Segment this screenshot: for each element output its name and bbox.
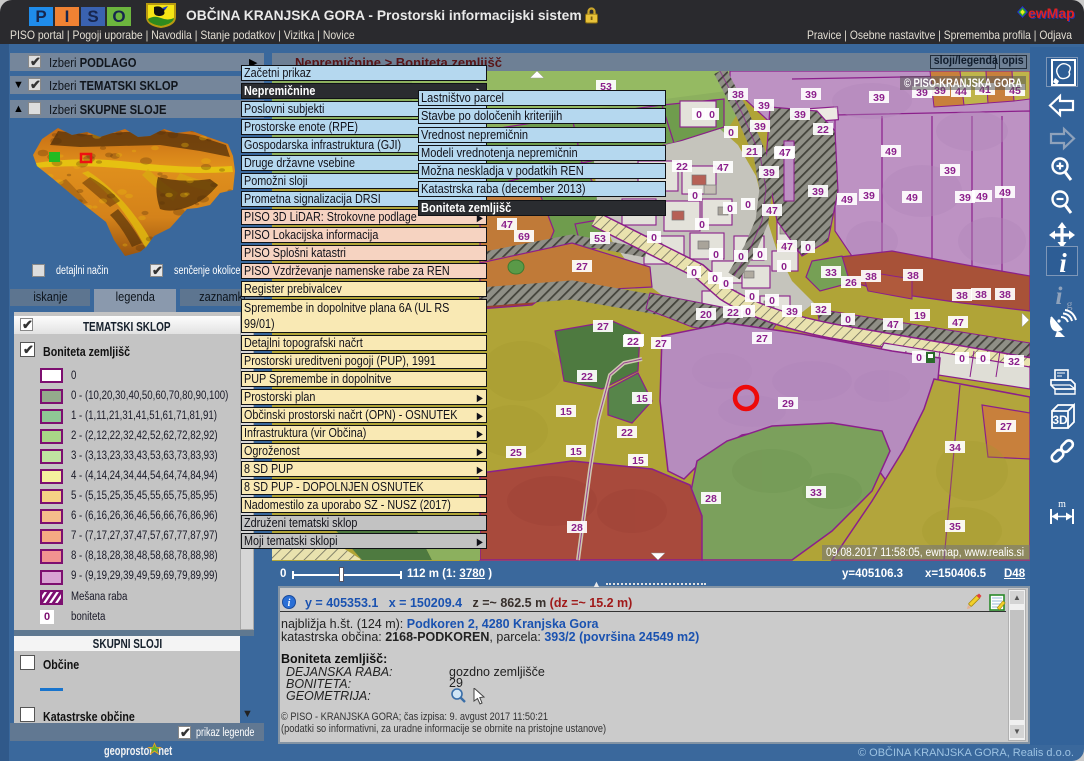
svg-text:47: 47 xyxy=(766,205,778,217)
svg-text:09.08.2017 11:58:05, ewmap, ww: 09.08.2017 11:58:05, ewmap, www.realis.s… xyxy=(826,547,1024,559)
svg-text:49: 49 xyxy=(906,192,918,204)
svg-text:49: 49 xyxy=(885,146,897,158)
svg-text:3D: 3D xyxy=(1052,413,1068,427)
svg-text:m: m xyxy=(1058,499,1066,510)
svg-text:27: 27 xyxy=(576,261,588,273)
svg-text:38: 38 xyxy=(956,290,968,302)
svg-text:27: 27 xyxy=(597,321,609,333)
svg-text:38: 38 xyxy=(999,289,1011,301)
svg-text:22: 22 xyxy=(621,427,633,439)
svg-text:35: 35 xyxy=(949,521,961,533)
svg-text:0: 0 xyxy=(738,251,744,263)
svg-text:0: 0 xyxy=(691,267,697,279)
svg-text:0: 0 xyxy=(805,242,811,254)
svg-text:27: 27 xyxy=(1000,421,1012,433)
svg-text:34: 34 xyxy=(949,442,961,454)
svg-text:29: 29 xyxy=(782,398,794,410)
svg-text:39: 39 xyxy=(944,165,956,177)
svg-text:39: 39 xyxy=(812,186,824,198)
svg-text:27: 27 xyxy=(756,333,768,345)
svg-text:39: 39 xyxy=(794,109,806,121)
svg-text:0: 0 xyxy=(712,273,718,285)
svg-text:21: 21 xyxy=(746,146,758,158)
svg-text:28: 28 xyxy=(705,493,717,505)
svg-text:0: 0 xyxy=(692,190,698,202)
svg-text:0: 0 xyxy=(727,203,733,215)
svg-text:39: 39 xyxy=(754,121,766,133)
svg-text:22: 22 xyxy=(676,161,688,173)
svg-text:0: 0 xyxy=(723,278,729,290)
svg-text:39: 39 xyxy=(959,192,971,204)
svg-text:0: 0 xyxy=(769,295,775,307)
svg-text:32: 32 xyxy=(1008,356,1020,368)
svg-text:47: 47 xyxy=(781,241,793,253)
svg-text:0: 0 xyxy=(916,352,922,364)
svg-text:0: 0 xyxy=(781,261,787,273)
svg-text:0: 0 xyxy=(845,314,851,326)
svg-text:39: 39 xyxy=(873,92,885,104)
svg-text:47: 47 xyxy=(501,219,513,231)
svg-text:i: i xyxy=(288,598,291,609)
svg-text:15: 15 xyxy=(570,446,582,458)
svg-text:0: 0 xyxy=(745,306,751,318)
svg-text:49: 49 xyxy=(976,191,988,203)
svg-text:0: 0 xyxy=(757,249,763,261)
svg-text:39: 39 xyxy=(863,190,875,202)
svg-text:28: 28 xyxy=(571,522,583,534)
svg-text:0: 0 xyxy=(745,199,751,211)
svg-text:39: 39 xyxy=(763,167,775,179)
svg-text:0: 0 xyxy=(749,291,755,303)
svg-text:49: 49 xyxy=(999,187,1011,199)
svg-text:38: 38 xyxy=(907,270,919,282)
svg-text:i: i xyxy=(1059,248,1067,277)
svg-text:25: 25 xyxy=(510,447,522,459)
svg-text:i: i xyxy=(1056,283,1063,310)
svg-text:0: 0 xyxy=(696,109,702,121)
svg-text:0: 0 xyxy=(980,353,986,365)
svg-text:0: 0 xyxy=(728,127,734,139)
svg-text:69: 69 xyxy=(518,231,530,243)
svg-text:27: 27 xyxy=(655,338,667,350)
svg-text:47: 47 xyxy=(887,319,899,331)
svg-text:0: 0 xyxy=(651,232,657,244)
svg-text:39: 39 xyxy=(786,306,798,318)
svg-text:33: 33 xyxy=(825,267,837,279)
svg-text:0: 0 xyxy=(713,249,719,261)
svg-text:0: 0 xyxy=(959,353,965,365)
svg-text:0: 0 xyxy=(699,219,705,231)
svg-text:49: 49 xyxy=(841,194,853,206)
svg-text:38: 38 xyxy=(975,289,987,301)
svg-text:22: 22 xyxy=(817,124,829,136)
svg-text:26: 26 xyxy=(845,277,857,289)
svg-text:38: 38 xyxy=(865,271,877,283)
svg-text:47: 47 xyxy=(717,162,729,174)
svg-text:© PISO-KRANJSKA GORA: © PISO-KRANJSKA GORA xyxy=(904,78,1022,90)
svg-text:15: 15 xyxy=(560,406,572,418)
svg-text:39: 39 xyxy=(805,89,817,101)
svg-text:22: 22 xyxy=(727,307,739,319)
svg-text:0: 0 xyxy=(709,109,715,121)
svg-text:15: 15 xyxy=(636,393,648,405)
svg-text:47: 47 xyxy=(779,147,791,159)
svg-text:39: 39 xyxy=(758,100,770,112)
svg-text:22: 22 xyxy=(581,371,593,383)
svg-text:53: 53 xyxy=(594,233,606,245)
svg-text:19: 19 xyxy=(914,310,926,322)
svg-text:20: 20 xyxy=(700,309,712,321)
svg-text:33: 33 xyxy=(810,487,822,499)
svg-text:47: 47 xyxy=(952,317,964,329)
svg-text:22: 22 xyxy=(627,336,639,348)
svg-text:15: 15 xyxy=(632,455,644,467)
svg-text:38: 38 xyxy=(732,89,744,101)
svg-text:32: 32 xyxy=(815,304,827,316)
